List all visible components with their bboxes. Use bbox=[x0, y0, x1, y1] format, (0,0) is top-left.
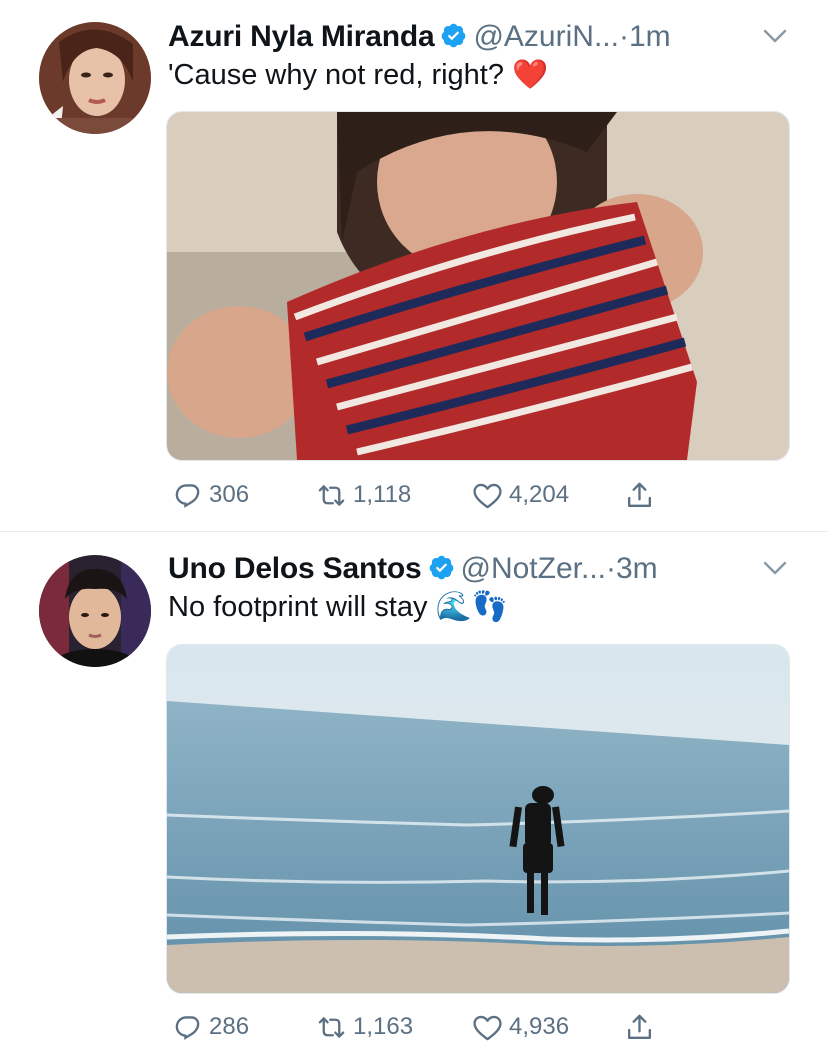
like-count: 4,204 bbox=[509, 481, 570, 508]
tweet-text: No footprint will stay 🌊👣 bbox=[168, 591, 508, 623]
tweet-photo[interactable] bbox=[166, 644, 790, 994]
handle[interactable]: @AzuriN... bbox=[473, 20, 618, 53]
retweet-button[interactable]: 1,163 bbox=[316, 1009, 413, 1045]
tweet-photo[interactable] bbox=[166, 111, 790, 461]
retweet-count: 1,118 bbox=[353, 481, 412, 508]
tweet-actions: 306 1,118 4,204 bbox=[172, 477, 672, 513]
tweet-actions: 286 1,163 4,936 bbox=[172, 1009, 672, 1045]
retweet-icon bbox=[318, 1016, 345, 1038]
retweet-button[interactable]: 1,118 bbox=[316, 477, 411, 513]
reply-count: 286 bbox=[209, 1013, 250, 1040]
reply-button[interactable]: 306 bbox=[172, 477, 249, 513]
like-icon bbox=[473, 483, 502, 508]
timestamp[interactable]: 3m bbox=[616, 552, 658, 585]
handle[interactable]: @NotZer... bbox=[461, 552, 607, 585]
retweet-icon bbox=[318, 484, 345, 506]
reply-icon bbox=[175, 483, 200, 508]
avatar[interactable] bbox=[39, 22, 151, 134]
verified-badge-icon bbox=[428, 554, 455, 581]
tweet[interactable]: Uno Delos Santos @NotZer...·3m No footpri… bbox=[0, 532, 828, 1064]
reply-button[interactable]: 286 bbox=[172, 1009, 249, 1045]
avatar[interactable] bbox=[39, 555, 151, 667]
tweet[interactable]: Azuri Nyla Miranda @AzuriN...·1m 'Cause w… bbox=[0, 0, 828, 531]
like-count: 4,936 bbox=[509, 1013, 570, 1040]
separator-dot: · bbox=[606, 552, 616, 585]
share-button[interactable] bbox=[624, 477, 661, 513]
share-icon bbox=[628, 1014, 651, 1039]
retweet-count: 1,163 bbox=[353, 1013, 414, 1040]
chevron-down-icon[interactable] bbox=[762, 558, 788, 578]
reply-count: 306 bbox=[209, 481, 250, 508]
verified-badge-icon bbox=[440, 22, 467, 49]
tweet-text: 'Cause why not red, right? ❤️ bbox=[168, 59, 549, 91]
share-button[interactable] bbox=[624, 1009, 661, 1045]
like-icon bbox=[473, 1015, 502, 1040]
timestamp[interactable]: 1m bbox=[629, 20, 671, 53]
like-button[interactable]: 4,936 bbox=[472, 1009, 569, 1045]
separator-dot: · bbox=[618, 20, 629, 53]
display-name[interactable]: Azuri Nyla Miranda bbox=[168, 20, 435, 53]
reply-icon bbox=[175, 1015, 200, 1040]
tweet-header: Uno Delos Santos @NotZer...·3m bbox=[168, 552, 788, 590]
chevron-down-icon[interactable] bbox=[762, 26, 788, 46]
display-name[interactable]: Uno Delos Santos bbox=[168, 552, 422, 585]
share-icon bbox=[628, 482, 651, 507]
tweet-header: Azuri Nyla Miranda @AzuriN...·1m bbox=[168, 20, 788, 58]
like-button[interactable]: 4,204 bbox=[472, 477, 569, 513]
